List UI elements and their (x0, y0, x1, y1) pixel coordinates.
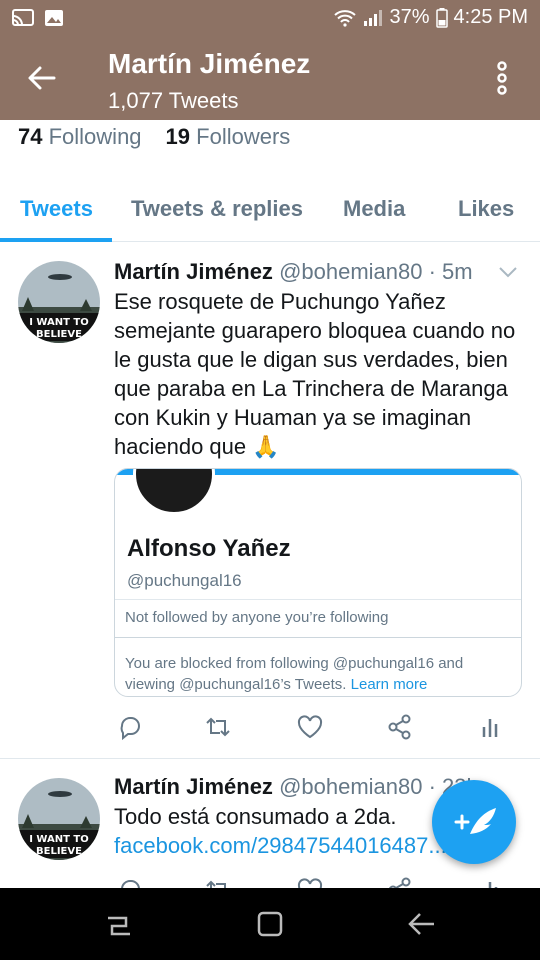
retweet-icon[interactable] (204, 876, 232, 888)
cast-icon (12, 9, 34, 26)
chevron-down-icon[interactable] (498, 265, 518, 279)
like-icon[interactable] (296, 713, 324, 741)
card-name: Alfonso Yañez (127, 535, 291, 562)
divider (115, 637, 521, 638)
profile-name: Martín Jiménez (108, 48, 311, 79)
card-avatar (133, 469, 215, 515)
reply-icon[interactable] (116, 876, 144, 888)
following-link[interactable]: 74 Following (18, 124, 142, 150)
feather-plus-icon (454, 808, 496, 834)
tweet-text: Ese rosquete de Puchungo Yañez semejante… (114, 289, 516, 459)
analytics-icon[interactable] (476, 713, 504, 741)
signal-icon (364, 9, 383, 26)
profile-card[interactable]: Alfonso Yañez @puchungal16 Not followed … (114, 468, 522, 697)
recent-apps-icon[interactable] (104, 910, 134, 938)
battery-icon (435, 7, 448, 28)
share-icon[interactable] (386, 713, 414, 741)
tab-tweets[interactable]: Tweets (20, 196, 93, 222)
battery-percent: 37% (389, 6, 430, 28)
tweet-actions (114, 713, 504, 743)
avatar-text: I WANT TO (29, 834, 89, 845)
tab-tweets-replies[interactable]: Tweets & replies (131, 196, 303, 222)
system-nav-bar (0, 888, 540, 960)
profile-header: Martín Jiménez 1,077 Tweets (0, 36, 540, 120)
more-options-icon[interactable] (494, 60, 510, 96)
tweet-handle: @bohemian80 · 5m (279, 259, 473, 284)
card-handle: @puchungal16 (127, 571, 242, 590)
tab-likes[interactable]: Likes (458, 196, 514, 222)
status-bar: 37% 4:25 PM (0, 0, 540, 36)
like-icon[interactable] (296, 876, 324, 888)
active-tab-indicator (0, 238, 112, 242)
back-icon[interactable] (406, 910, 436, 938)
followers-label: Followers (196, 124, 291, 149)
home-icon[interactable] (256, 910, 284, 938)
followers-count: 19 (165, 124, 191, 149)
tweet-count: 1,077 Tweets (108, 88, 239, 113)
learn-more-link[interactable]: Learn more (351, 676, 428, 693)
share-icon[interactable] (386, 876, 414, 888)
back-arrow-icon[interactable] (26, 62, 58, 94)
wifi-icon (334, 9, 357, 27)
following-label: Following (48, 124, 142, 149)
analytics-icon[interactable] (476, 876, 504, 888)
retweet-icon[interactable] (204, 713, 232, 741)
clock: 4:25 PM (453, 6, 528, 28)
avatar-text: BELIEVE (36, 846, 82, 857)
tab-media[interactable]: Media (343, 196, 405, 222)
tweet-header: Martín Jiménez @bohemian80 · 23h (114, 774, 479, 800)
tweet-author[interactable]: Martín Jiménez (114, 774, 273, 799)
following-count: 74 (18, 124, 43, 149)
blocked-message: You are blocked from following @puchunga… (125, 653, 505, 695)
reply-icon[interactable] (116, 713, 144, 741)
avatar-text: BELIEVE (36, 329, 82, 340)
tweet-header: Martín Jiménez @bohemian80 · 5m (114, 259, 473, 285)
tweet-author[interactable]: Martín Jiménez (114, 259, 273, 284)
follow-stats: 74 Following 19 Followers (18, 124, 290, 150)
image-icon (45, 10, 63, 26)
profile-tabs: Tweets Tweets & replies Media Likes (0, 176, 540, 242)
tweet-actions (114, 876, 504, 888)
avatar-text: I WANT TO (29, 317, 89, 328)
compose-tweet-button[interactable] (432, 780, 516, 864)
followers-link[interactable]: 19 Followers (166, 124, 291, 150)
avatar[interactable]: I WANT TO BELIEVE (18, 261, 100, 343)
card-note: Not followed by anyone you’re following (125, 609, 389, 626)
divider (115, 599, 521, 600)
avatar[interactable]: I WANT TO BELIEVE (18, 778, 100, 860)
